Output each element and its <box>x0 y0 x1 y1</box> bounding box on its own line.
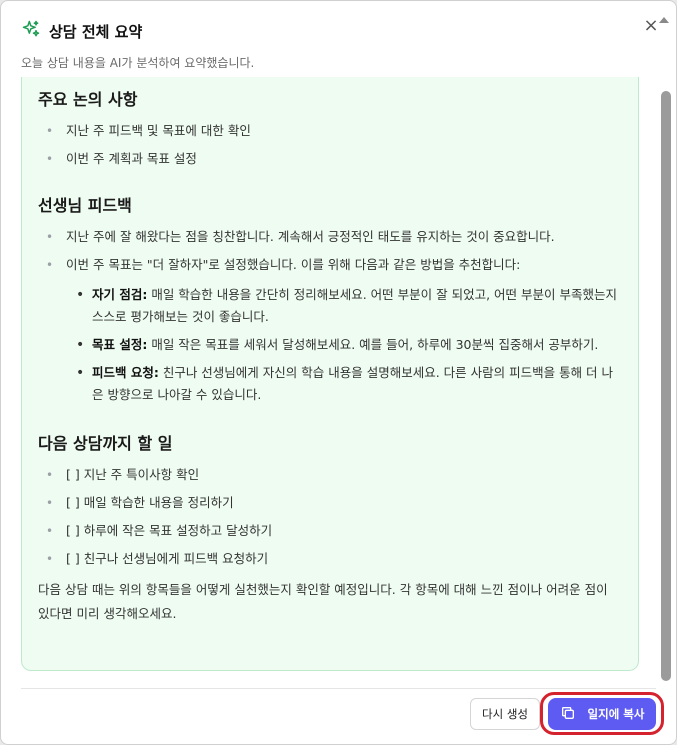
closing-paragraph: 다음 상담 때는 위의 항목들을 어떻게 실천했는지 확인할 예정입니다. 각 … <box>38 582 608 621</box>
list-item: 이번 주 목표는 "더 잘하자"로 설정했습니다. 이를 위해 다음과 같은 방… <box>38 256 622 406</box>
list-item: 지난 주에 잘 해왔다는 점을 칭찬합니다. 계속해서 긍정적인 태도를 유지하… <box>38 228 622 246</box>
copy-icon <box>560 705 576 724</box>
section-heading: 다음 상담까지 할 일 <box>38 434 173 453</box>
list-item: 이번 주 계획과 목표 설정 <box>38 150 622 168</box>
section-heading: 선생님 피드백 <box>38 196 132 215</box>
todo-item: [ ] 친구나 선생님에게 피드백 요청하기 <box>38 550 622 568</box>
summary-modal: 상담 전체 요약 오늘 상담 내용을 AI가 분석하여 요약했습니다. × 주요… <box>0 0 677 745</box>
sub-item-label: 목표 설정: <box>92 337 148 352</box>
section-heading: 주요 논의 사항 <box>38 90 138 109</box>
modal-header: 상담 전체 요약 오늘 상담 내용을 AI가 분석하여 요약했습니다. <box>21 19 636 71</box>
section-main-topics: 주요 논의 사항 지난 주 피드백 및 목표에 대한 확인 이번 주 계획과 목… <box>38 86 622 168</box>
copy-to-journal-button[interactable]: 일지에 복사 <box>548 698 656 730</box>
modal-title: 상담 전체 요약 <box>49 22 143 41</box>
scrollbar-thumb[interactable] <box>661 91 671 681</box>
sub-item-text: 매일 작은 목표를 세워서 달성해보세요. 예를 들어, 하루에 30분씩 집중… <box>147 337 599 352</box>
section-todo: 다음 상담까지 할 일 [ ] 지난 주 특이사항 확인 [ ] 매일 학습한 … <box>38 430 622 626</box>
sub-list-item: 자기 점검: 매일 학습한 내용을 간단히 정리해보세요. 어떤 부분이 잘 되… <box>66 284 622 328</box>
scroll-up-arrow-icon[interactable] <box>659 17 669 23</box>
close-icon[interactable]: × <box>642 17 660 35</box>
copy-button-label: 일지에 복사 <box>587 707 645 721</box>
sub-item-text: 매일 학습한 내용을 간단히 정리해보세요. 어떤 부분이 잘 되었고, 어떤 … <box>92 287 617 324</box>
todo-item: [ ] 매일 학습한 내용을 정리하기 <box>38 494 622 512</box>
sub-list-item: 피드백 요청: 친구나 선생님에게 자신의 학습 내용을 설명해보세요. 다른 … <box>66 362 622 406</box>
todo-item: [ ] 하루에 작은 목표 설정하고 달성하기 <box>38 522 622 540</box>
list-item: 지난 주 피드백 및 목표에 대한 확인 <box>38 122 622 140</box>
section-teacher-feedback: 선생님 피드백 지난 주에 잘 해왔다는 점을 칭찬합니다. 계속해서 긍정적인… <box>38 192 622 406</box>
list-item-text: 이번 주 목표는 "더 잘하자"로 설정했습니다. 이를 위해 다음과 같은 방… <box>66 257 521 272</box>
title-row: 상담 전체 요약 <box>21 19 636 43</box>
sub-item-label: 자기 점검: <box>92 287 148 302</box>
sub-item-label: 피드백 요청: <box>92 365 159 380</box>
todo-item: [ ] 지난 주 특이사항 확인 <box>38 466 622 484</box>
modal-subtitle: 오늘 상담 내용을 AI가 분석하여 요약했습니다. <box>21 56 255 70</box>
summary-scroll-area[interactable]: 주요 논의 사항 지난 주 피드백 및 목표에 대한 확인 이번 주 계획과 목… <box>1 77 676 681</box>
summary-content: 주요 논의 사항 지난 주 피드백 및 목표에 대한 확인 이번 주 계획과 목… <box>21 77 639 671</box>
sparkle-icon <box>21 19 41 43</box>
regenerate-button[interactable]: 다시 생성 <box>470 698 540 730</box>
scrollbar[interactable] <box>660 77 672 681</box>
sub-list-item: 목표 설정: 매일 작은 목표를 세워서 달성해보세요. 예를 들어, 하루에 … <box>66 334 622 356</box>
modal-footer: 다시 생성 일지에 복사 <box>21 688 664 735</box>
sub-item-text: 친구나 선생님에게 자신의 학습 내용을 설명해보세요. 다른 사람의 피드백을… <box>92 365 614 402</box>
